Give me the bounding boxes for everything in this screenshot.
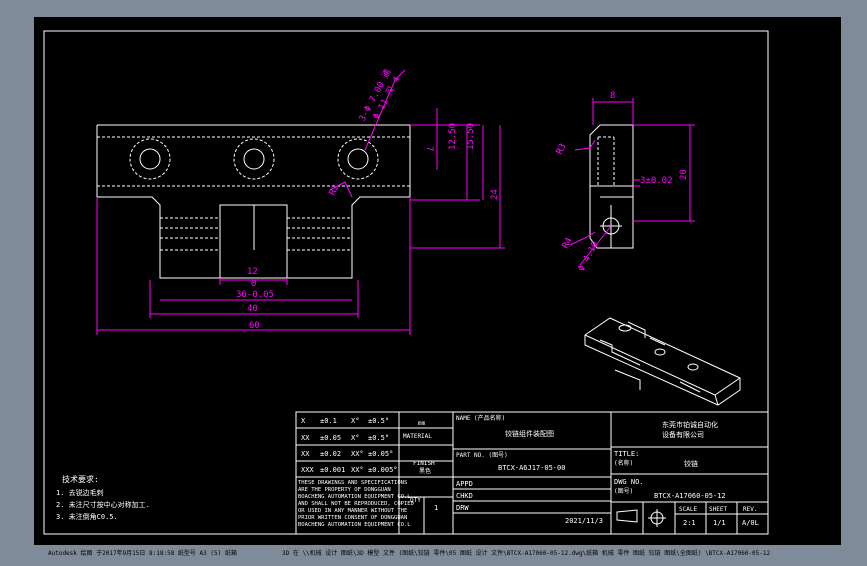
- rev-value: A/0L: [742, 519, 759, 527]
- tol-r3c1: XX: [301, 450, 310, 458]
- disclaimer-4: AND SHALL NOT BE REPRODUCED, COPIED: [298, 501, 414, 507]
- drw-label: DRW: [456, 504, 469, 512]
- status-left: Autodesk 绘图 于2017年9月15日 8:18:58 纸型号 A3 (…: [48, 550, 237, 557]
- sheet-value: 1/1: [713, 519, 726, 527]
- tol-r1c3: X°: [351, 417, 359, 425]
- status-path: 3D 在 \\机械 设计 图纸\3D 模型 文件 (图纸\铰链 零件\05 图纸…: [282, 550, 771, 557]
- note-3: 3. 未注倒角C0.5.: [56, 512, 118, 521]
- company-line-2: 设备有限公司: [662, 430, 704, 439]
- tol-r3c3: XX°: [351, 450, 364, 458]
- dim-8: 8: [610, 91, 615, 101]
- tol-r2c2: ±0.05: [320, 434, 341, 442]
- title-value: 铰链: [684, 459, 698, 468]
- scale-label: SCALE: [679, 506, 697, 513]
- drawing-canvas[interactable]: 12 0 36-0.05 40 60 7 12.50 15.50 24 3-Φ …: [0, 0, 867, 562]
- company-line-1: 东莞市铂诚自动化: [662, 420, 718, 429]
- disclaimer-7: BOACHENG AUTOMATION EQUIPMENT CO.L: [298, 522, 411, 528]
- status-bar: Autodesk 绘图 于2017年9月15日 8:18:58 纸型号 A3 (…: [0, 546, 867, 562]
- dim-0: 0: [251, 279, 256, 289]
- chkd-label: CHKD: [456, 492, 473, 500]
- title-label: TITLE:: [614, 450, 639, 458]
- material-label: MATERIAL: [403, 433, 432, 440]
- tol-r2c4: ±0.5°: [368, 434, 389, 442]
- qty-value: 1: [434, 504, 438, 512]
- title-label-cn: (名称): [614, 459, 633, 467]
- cad-viewport[interactable]: 12 0 36-0.05 40 60 7 12.50 15.50 24 3-Φ …: [0, 0, 867, 562]
- dim-36: 36-0.05: [236, 290, 274, 300]
- drawing-date: 2021/11/3: [565, 517, 603, 525]
- dwg-label: DWG NO.: [614, 478, 644, 486]
- tol-r2c1: XX: [301, 434, 310, 442]
- tol-r2c3: X°: [351, 434, 359, 442]
- dim-40: 40: [247, 304, 258, 314]
- paper-background: [34, 17, 841, 545]
- tol-r1c4: ±0.5°: [368, 417, 389, 425]
- disclaimer-6: PRIOR WRITTEN CONSENT OF DONGGUAN: [298, 515, 407, 521]
- appd-label: APPD: [456, 480, 473, 488]
- dim-3: 3±0.02: [640, 176, 673, 186]
- rev-label: REV.: [743, 506, 757, 513]
- tol-r3c4: ±0.05°: [368, 450, 393, 458]
- dim-60: 60: [249, 321, 260, 331]
- dim-20: 20: [679, 169, 689, 180]
- name-label: NAME (产品名称): [456, 414, 505, 422]
- finish-label: FINISH: [413, 460, 435, 467]
- dim-12-50: 12.50: [448, 123, 458, 150]
- dim-15-50: 15.50: [466, 123, 476, 150]
- material-unit: mm: [418, 420, 426, 427]
- tol-r3c2: ±0.02: [320, 450, 341, 458]
- scale-value: 2:1: [683, 519, 696, 527]
- notes-title: 技术要求:: [62, 474, 99, 484]
- dim-24: 24: [490, 189, 500, 200]
- disclaimer-5: OR USED IN ANY MANNER WITHOUT THE: [298, 508, 407, 514]
- note-1: 1. 去锐边毛刺: [56, 488, 104, 497]
- note-2: 2. 未注尺寸按中心对称加工.: [56, 500, 150, 509]
- sheet-label: SHEET: [709, 506, 727, 513]
- tol-r4c1: XXX: [301, 466, 314, 474]
- disclaimer-2: ARE THE PROPERTY OF DONGGUAN: [298, 487, 391, 493]
- tol-r4c2: ±0.001: [320, 466, 345, 474]
- part-no-label: PART NO. (图号): [456, 452, 508, 459]
- dim-7: 7: [424, 146, 434, 151]
- disclaimer-3: BOACHENG AUTOMATION EQUIPMENT CO.L: [298, 494, 411, 500]
- part-no-value: BTCX-A6J17-05-00: [498, 464, 565, 472]
- disclaimer-1: THESE DRAWINGS AND SPECIFICATIONS: [298, 480, 407, 486]
- tol-r1c2: ±0.1: [320, 417, 337, 425]
- name-value: 铰链组件装配图: [505, 429, 554, 438]
- tol-r4c4: ±0.005°: [368, 466, 398, 474]
- dim-12: 12: [247, 267, 258, 277]
- dwg-value: BTCX-A17060-05-12: [654, 492, 726, 500]
- finish-value: 黑色: [419, 467, 431, 475]
- dwg-label-cn: (图号): [614, 488, 633, 495]
- tol-r4c3: XX°: [351, 466, 364, 474]
